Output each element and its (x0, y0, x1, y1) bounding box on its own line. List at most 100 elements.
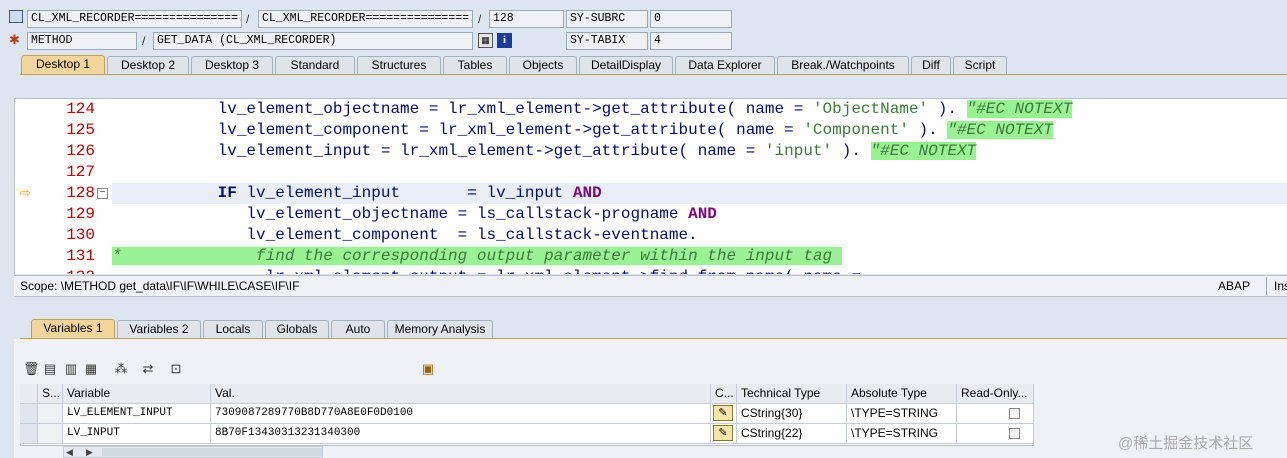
info-icon[interactable]: i (497, 33, 512, 48)
separator: / (478, 12, 482, 26)
scroll-left-icon[interactable]: ◀ (66, 446, 73, 458)
program-field[interactable]: CL_XML_RECORDER===============... (27, 10, 242, 28)
variable-name-cell[interactable]: LV_ELEMENT_INPUT (63, 404, 211, 424)
save-icon[interactable]: ▣ (420, 361, 436, 377)
column-header[interactable]: Val. (211, 384, 711, 404)
absolute-type-cell: \TYPE=STRING (847, 424, 957, 444)
code-line: * find the corresponding output paramete… (112, 247, 842, 265)
code-line: lv_element_component = lr_xml_element->g… (112, 121, 1053, 139)
tab-variables-2[interactable]: Variables 2 (117, 320, 201, 338)
language-label: ABAP (1218, 279, 1251, 293)
line-number: 127 (66, 163, 95, 181)
event-type-field[interactable]: METHOD (27, 32, 137, 50)
code-line: lr_xml_element_output = lr_xml_element->… (112, 267, 900, 274)
tab-desktop-3[interactable]: Desktop 3 (191, 56, 273, 74)
tab-variables-1[interactable]: Variables 1 (31, 319, 115, 339)
table-row[interactable]: LV_INPUT 8B70F13430313231340300 ✎ CStrin… (20, 424, 1034, 444)
scroll-thumb[interactable] (102, 448, 322, 456)
paste-icon[interactable]: ▦ (83, 361, 99, 377)
sy-subrc-label: SY-SUBRC (566, 10, 648, 28)
line-number: 129 (66, 205, 95, 223)
code-line: lv_element_input = lr_xml_element->get_a… (112, 142, 977, 160)
separator (1266, 277, 1267, 295)
column-header[interactable]: Technical Type (737, 384, 847, 404)
tab-standard[interactable]: Standard (275, 56, 355, 74)
tab-strip-line (20, 74, 1287, 75)
value-cell[interactable]: 7309087289770B8D770A8E0F0D0100 (211, 404, 711, 424)
read-only-cell (957, 404, 1034, 424)
tab-desktop-2[interactable]: Desktop 2 (107, 56, 189, 74)
column-header[interactable]: Read-Only... (957, 384, 1034, 404)
read-only-cell (957, 424, 1034, 444)
row-selector[interactable] (20, 424, 38, 444)
line-number: 132 (43, 267, 95, 274)
table-row[interactable]: LV_ELEMENT_INPUT 7309087289770B8D770A8E0… (20, 404, 1034, 424)
edit-pencil-icon[interactable]: ✎ (713, 405, 733, 421)
tab-desktop-1[interactable]: Desktop 1 (21, 55, 105, 75)
sy-tabix-label: SY-TABIX (566, 32, 648, 50)
status-cell (38, 424, 63, 444)
copy-icon[interactable]: ▥ (63, 361, 79, 377)
status-cell (38, 404, 63, 424)
sy-tabix-value[interactable]: 4 (650, 32, 732, 50)
class-field[interactable]: CL_XML_RECORDER===============... (258, 10, 473, 28)
line-number: 126 (66, 142, 95, 160)
event-field[interactable]: GET_DATA (CL_XML_RECORDER) (153, 32, 473, 50)
tab-objects[interactable]: Objects (509, 56, 577, 74)
tab-structures[interactable]: Structures (357, 56, 441, 74)
line-number: 130 (66, 226, 95, 244)
column-header[interactable]: C... (711, 384, 737, 404)
technical-type-cell: CString{30} (737, 404, 847, 424)
program-icon (9, 10, 23, 23)
tab-tables[interactable]: Tables (443, 56, 507, 74)
line-number: 128 (66, 184, 95, 202)
read-only-checkbox[interactable] (1009, 428, 1020, 439)
code-line: lv_element_objectname = lr_xml_element->… (112, 100, 1073, 118)
tab-diff[interactable]: Diff (911, 56, 951, 74)
tab-locals[interactable]: Locals (203, 320, 263, 338)
delete-icon[interactable]: 🗑 (23, 361, 40, 377)
current-line-arrow-icon: ⇨ (20, 185, 31, 200)
column-header[interactable]: S... (38, 384, 63, 404)
code-line: IF lv_element_input = lv_input AND (217, 184, 602, 202)
tab-data-explorer[interactable]: Data Explorer (675, 56, 775, 74)
edit-mode-label: Ins (1274, 279, 1287, 293)
tab-script[interactable]: Script (953, 56, 1007, 74)
separator: / (246, 12, 250, 26)
tab-globals[interactable]: Globals (265, 320, 329, 338)
technical-type-cell: CString{22} (737, 424, 847, 444)
scope-text: Scope: \METHOD get_data\IF\IF\WHILE\CASE… (20, 279, 300, 293)
scroll-right-icon[interactable]: ▶ (86, 446, 93, 458)
tab-auto[interactable]: Auto (331, 320, 385, 338)
value-cell[interactable]: 8B70F13430313231340300 (211, 424, 711, 444)
variable-name-cell[interactable]: LV_INPUT (63, 424, 211, 444)
display-icon[interactable]: ▦ (478, 33, 493, 48)
method-icon: ✱ (9, 32, 20, 47)
column-header[interactable]: Variable (63, 384, 211, 404)
table-header-row: S... Variable Val. C... Technical Type A… (20, 384, 1034, 404)
edit-pencil-icon[interactable]: ✎ (713, 425, 733, 441)
header-corner (20, 384, 38, 404)
tab-break-watchpoints[interactable]: Break./Watchpoints (777, 56, 909, 74)
change-cell[interactable]: ✎ (711, 404, 737, 424)
tab-memory-analysis[interactable]: Memory Analysis (387, 320, 493, 338)
sy-subrc-value[interactable]: 0 (650, 10, 732, 28)
insert-icon[interactable]: ▤ (42, 361, 58, 377)
change-cell[interactable]: ✎ (711, 424, 737, 444)
line-number: 124 (66, 100, 95, 118)
absolute-type-cell: \TYPE=STRING (847, 404, 957, 424)
code-editor[interactable]: ⇨ − 124 125 126 127 128 129 130 131 132 … (14, 98, 1287, 274)
read-only-checkbox[interactable] (1009, 408, 1020, 419)
line-number: 125 (66, 121, 95, 139)
line-field[interactable]: 128 (489, 10, 564, 28)
watermark: @稀土掘金技术社区 (1118, 435, 1254, 452)
tab-detaildisplay[interactable]: DetailDisplay (579, 56, 673, 74)
row-selector[interactable] (20, 404, 38, 424)
code-line: lv_element_component = ls_callstack-even… (112, 226, 698, 244)
fold-toggle-icon[interactable]: − (97, 188, 108, 199)
code-line: lv_element_objectname = ls_callstack-pro… (112, 205, 717, 223)
hierarchy-icon[interactable]: ⁂ (113, 361, 129, 377)
column-header[interactable]: Absolute Type (847, 384, 957, 404)
select-icon[interactable]: ⊡ (168, 361, 184, 377)
move-icon[interactable]: ⇄ (140, 361, 156, 377)
